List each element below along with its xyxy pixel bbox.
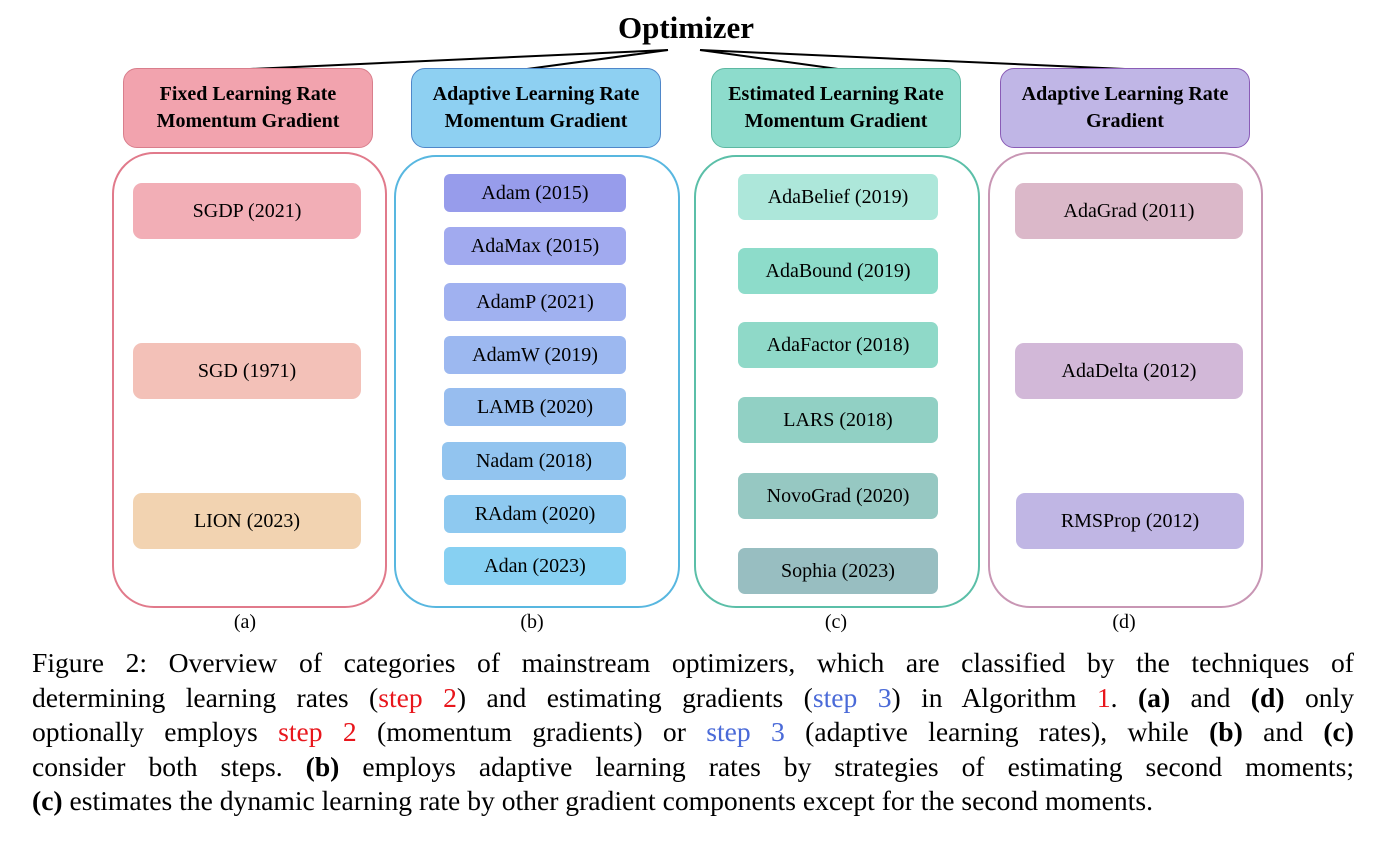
category-panel-a: SGDP (2021) SGD (1971) LION (2023) xyxy=(112,152,387,608)
caption-text: ) in Algorithm xyxy=(891,681,1097,713)
header-line-2: Momentum Gradient xyxy=(744,110,928,132)
optimizer-label: NovoGrad (2020) xyxy=(766,484,910,507)
optimizer-item: Nadam (2018) xyxy=(442,442,626,480)
optimizer-label: SGD (1971) xyxy=(197,359,297,382)
optimizer-label: LARS (2018) xyxy=(783,408,893,431)
optimizer-item: LION (2023) xyxy=(133,493,361,549)
caption-ref-b: (b) xyxy=(1209,716,1243,747)
optimizer-label: AdaBound (2019) xyxy=(765,259,911,282)
sub-label-b: (b) xyxy=(520,611,544,633)
step-3-link[interactable]: step 3 xyxy=(813,682,892,713)
header-line-1: Adaptive Learning Rate xyxy=(1021,83,1229,105)
optimizer-item: AdaFactor (2018) xyxy=(738,322,938,368)
optimizer-label: RAdam (2020) xyxy=(474,502,596,525)
optimizer-item: SGD (1971) xyxy=(133,343,361,399)
caption-ref-c: (c) xyxy=(32,785,63,816)
optimizer-item: AdaBelief (2019) xyxy=(738,174,938,220)
caption-text: (adaptive learning rates), while xyxy=(784,716,1210,747)
caption-text: . xyxy=(1110,681,1138,713)
caption-text: Figure 2: Overview of categories of main… xyxy=(32,647,1354,678)
caption-text: employs adaptive learning rates by strat… xyxy=(339,750,1354,782)
category-header-adaptive-lr-momentum: Adaptive Learning Rate Momentum Gradient xyxy=(411,68,661,148)
category-panel-d: AdaGrad (2011) AdaDelta (2012) RMSProp (… xyxy=(988,152,1263,608)
optimizer-label: AdaBelief (2019) xyxy=(767,185,909,208)
header-line-2: Momentum Gradient xyxy=(444,110,628,132)
optimizer-label: AdaFactor (2018) xyxy=(766,333,910,356)
caption-text: only xyxy=(1284,681,1354,713)
optimizer-item: AdaBound (2019) xyxy=(738,248,938,294)
optimizer-taxonomy-diagram: Optimizer Fixed Learning Rate Momentum Gr… xyxy=(0,0,1384,640)
category-header-adaptive-lr-gradient: Adaptive Learning Rate Gradient xyxy=(1000,68,1250,148)
optimizer-label: AdaDelta (2012) xyxy=(1061,359,1197,382)
header-line-2: Momentum Gradient xyxy=(156,110,340,132)
optimizer-item: Adam (2015) xyxy=(444,174,626,212)
optimizer-item: LAMB (2020) xyxy=(444,388,626,426)
caption-text: optionally employs xyxy=(32,716,279,747)
optimizer-item: AdamP (2021) xyxy=(444,283,626,321)
sub-label-a: (a) xyxy=(233,611,257,633)
header-line-1: Fixed Learning Rate xyxy=(159,83,337,105)
category-panel-c: AdaBelief (2019) AdaBound (2019) AdaFact… xyxy=(694,155,980,608)
caption-line-1: Figure 2: Overview of categories of main… xyxy=(32,646,1354,681)
optimizer-label: LAMB (2020) xyxy=(476,395,594,418)
optimizer-item: AdaGrad (2011) xyxy=(1015,183,1243,239)
caption-line-3: optionally employs step 2 (momentum grad… xyxy=(32,715,1354,750)
caption-ref-a: (a) xyxy=(1137,681,1171,713)
optimizer-label: Adan (2023) xyxy=(484,554,586,577)
caption-text: (momentum gradients) or xyxy=(356,716,707,747)
caption-text: determining learning rates ( xyxy=(32,681,379,713)
optimizer-item: AdamW (2019) xyxy=(444,336,626,374)
optimizer-item: RAdam (2020) xyxy=(444,495,626,533)
optimizer-label: Adam (2015) xyxy=(481,181,589,204)
caption-line-5: (c) estimates the dynamic learning rate … xyxy=(32,784,1354,819)
category-header-estimated-lr-momentum: Estimated Learning Rate Momentum Gradient xyxy=(711,68,961,148)
connector-a xyxy=(249,49,669,70)
step-2-link[interactable]: step 2 xyxy=(378,682,457,713)
category-panel-b: Adam (2015) AdaMax (2015) AdamP (2021) A… xyxy=(394,155,680,608)
header-line-2: Gradient xyxy=(1086,110,1164,132)
algorithm-1-link[interactable]: 1 xyxy=(1097,682,1111,713)
optimizer-item: NovoGrad (2020) xyxy=(738,473,938,519)
sub-label-c: (c) xyxy=(824,611,848,633)
step-3-link[interactable]: step 3 xyxy=(706,716,785,747)
caption-line-2: determining learning rates (step 2) and … xyxy=(32,681,1354,716)
caption-line-4: consider both steps. (b) employs adaptiv… xyxy=(32,750,1354,785)
optimizer-item: RMSProp (2012) xyxy=(1016,493,1244,549)
figure-caption: Figure 2: Overview of categories of main… xyxy=(32,646,1354,819)
caption-text: consider both steps. xyxy=(32,750,306,782)
optimizer-label: AdaGrad (2011) xyxy=(1063,199,1195,222)
optimizer-item: Sophia (2023) xyxy=(738,548,938,594)
caption-text: ) and estimating gradients ( xyxy=(456,681,813,713)
caption-ref-d: (d) xyxy=(1250,681,1285,713)
category-header-fixed-lr-momentum: Fixed Learning Rate Momentum Gradient xyxy=(123,68,373,148)
optimizer-item: Adan (2023) xyxy=(444,547,626,585)
optimizer-label: RMSProp (2012) xyxy=(1060,509,1200,532)
header-line-1: Adaptive Learning Rate xyxy=(432,83,640,105)
caption-ref-b: (b) xyxy=(305,750,340,782)
optimizer-item: LARS (2018) xyxy=(738,397,938,443)
optimizer-label: SGDP (2021) xyxy=(192,199,302,222)
optimizer-label: LION (2023) xyxy=(193,509,301,532)
caption-ref-c: (c) xyxy=(1323,716,1354,747)
optimizer-item: AdaMax (2015) xyxy=(444,227,626,265)
optimizer-item: AdaDelta (2012) xyxy=(1015,343,1243,399)
root-node-title: Optimizer xyxy=(617,10,754,45)
sub-label-d: (d) xyxy=(1112,611,1136,633)
caption-text: estimates the dynamic learning rate by o… xyxy=(62,785,1154,816)
caption-text: and xyxy=(1170,681,1251,713)
optimizer-label: Sophia (2023) xyxy=(781,559,895,582)
step-2-link[interactable]: step 2 xyxy=(278,716,357,747)
optimizer-label: AdamW (2019) xyxy=(472,343,598,366)
caption-text: and xyxy=(1242,716,1324,747)
optimizer-label: AdaMax (2015) xyxy=(470,234,600,257)
optimizer-label: Nadam (2018) xyxy=(475,449,593,472)
header-line-1: Estimated Learning Rate xyxy=(728,83,944,105)
optimizer-item: SGDP (2021) xyxy=(133,183,361,239)
optimizer-label: AdamP (2021) xyxy=(476,290,594,313)
